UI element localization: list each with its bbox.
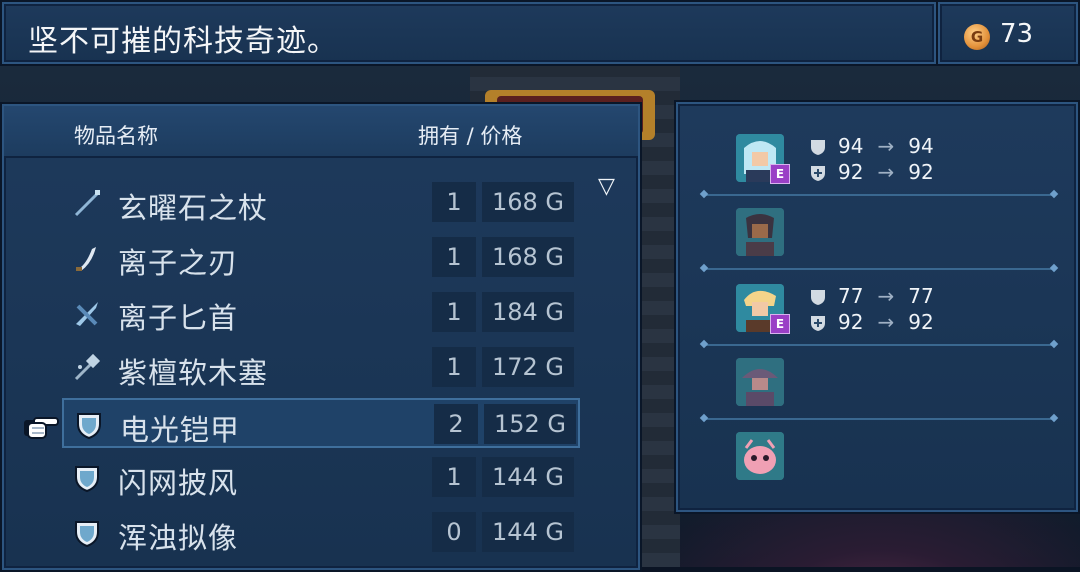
item-owned-count: 1: [432, 292, 476, 332]
item-name: 玄曜石之杖: [118, 191, 269, 225]
pointing-hand-cursor-icon: [24, 417, 59, 439]
divider: [704, 268, 1054, 270]
shop-item-list: 物品名称 拥有 / 价格 ▽ 玄曜石之杖 1 168 G 离子之刃 1 168 …: [0, 102, 642, 572]
magic-shield-icon: [811, 316, 825, 331]
blade-icon: [76, 247, 96, 271]
description-bar: 坚不可摧的科技奇迹。: [0, 0, 938, 66]
defense-new: 77: [908, 284, 934, 308]
divider: [704, 194, 1054, 196]
armor-icon: [77, 413, 101, 440]
magic-defense-stat: 92 → 92: [810, 160, 934, 184]
shop-item-row[interactable]: 紫檀软木塞 1 172 G: [62, 343, 580, 393]
arrow-icon: →: [877, 310, 895, 334]
item-name: 离子之刃: [118, 246, 239, 280]
shield-icon: [811, 140, 825, 155]
staff-icon: [74, 190, 100, 217]
item-price: 144 G: [482, 457, 574, 497]
magic-defense-new: 92: [908, 310, 934, 334]
item-description: 坚不可摧的科技奇迹。: [28, 24, 338, 59]
item-price: 168 G: [482, 237, 574, 277]
gold-amount: 73: [1000, 19, 1034, 49]
scroll-down-icon[interactable]: ▽: [598, 174, 615, 199]
shop-item-row[interactable]: 离子之刃 1 168 G: [62, 233, 580, 283]
item-name: 闪网披风: [118, 466, 239, 500]
armor-icon: [75, 466, 99, 493]
party-member[interactable]: E 77 → 77 92 → 92: [736, 284, 1036, 334]
shop-item-row[interactable]: 浑浊拟像 0 144 G: [62, 508, 580, 558]
magic-defense-current: 92: [838, 310, 864, 334]
item-name: 紫檀软木塞: [118, 356, 269, 390]
shop-item-row[interactable]: 离子匕首 1 184 G: [62, 288, 580, 338]
item-owned-count: 1: [432, 182, 476, 222]
party-member[interactable]: [736, 208, 1036, 258]
defense-current: 77: [838, 284, 864, 308]
divider: [704, 344, 1054, 346]
item-price: 172 G: [482, 347, 574, 387]
item-owned-count: 1: [432, 237, 476, 277]
item-owned-count: 1: [432, 347, 476, 387]
portrait-hooded-warrior: [736, 208, 784, 256]
party-member[interactable]: [736, 358, 1036, 408]
portrait-purple-hat: [736, 358, 784, 406]
equipped-badge: E: [770, 164, 790, 184]
item-price: 152 G: [484, 404, 576, 444]
equipped-badge: E: [770, 314, 790, 334]
magic-shield-icon: [811, 166, 825, 181]
item-owned-count: 2: [434, 404, 478, 444]
item-owned-count: 1: [432, 457, 476, 497]
item-price: 184 G: [482, 292, 574, 332]
arrow-icon: →: [877, 160, 895, 184]
list-header: 物品名称 拥有 / 价格: [4, 106, 638, 158]
shop-item-row[interactable]: 闪网披风 1 144 G: [62, 453, 580, 503]
item-name: 浑浊拟像: [118, 521, 239, 555]
dagger-icon: [76, 302, 98, 326]
defense-stat: 77 → 77: [810, 284, 934, 308]
column-header-name: 物品名称: [74, 124, 158, 148]
defense-current: 94: [838, 134, 864, 158]
arrow-icon: →: [877, 134, 895, 158]
gold-coin-icon: G: [964, 24, 990, 50]
item-price: 144 G: [482, 512, 574, 552]
armor-icon: [75, 521, 99, 548]
magic-defense-current: 92: [838, 160, 864, 184]
defense-stat: 94 → 94: [810, 134, 934, 158]
gold-display: G 73: [936, 0, 1080, 66]
shield-icon: [811, 290, 825, 305]
item-price: 168 G: [482, 182, 574, 222]
party-member[interactable]: E 94 → 94 92 → 92: [736, 134, 1036, 184]
shop-item-row[interactable]: 玄曜石之杖 1 168 G: [62, 178, 580, 228]
shop-item-row-selected[interactable]: 电光铠甲 2 152 G: [62, 398, 580, 448]
item-name: 离子匕首: [118, 301, 239, 335]
party-member[interactable]: [736, 432, 1036, 482]
defense-new: 94: [908, 134, 934, 158]
item-owned-count: 0: [432, 512, 476, 552]
arrow-icon: →: [877, 284, 895, 308]
item-name: 电光铠甲: [120, 413, 241, 447]
magic-defense-stat: 92 → 92: [810, 310, 934, 334]
cork-icon: [74, 353, 101, 381]
magic-defense-new: 92: [908, 160, 934, 184]
portrait-pink-creature: [736, 432, 784, 480]
divider: [704, 418, 1054, 420]
column-header-owned-price: 拥有 / 价格: [418, 124, 523, 148]
party-comparison-panel: E 94 → 94 92 → 92 E 77 → 77 92 → 92: [674, 100, 1080, 514]
